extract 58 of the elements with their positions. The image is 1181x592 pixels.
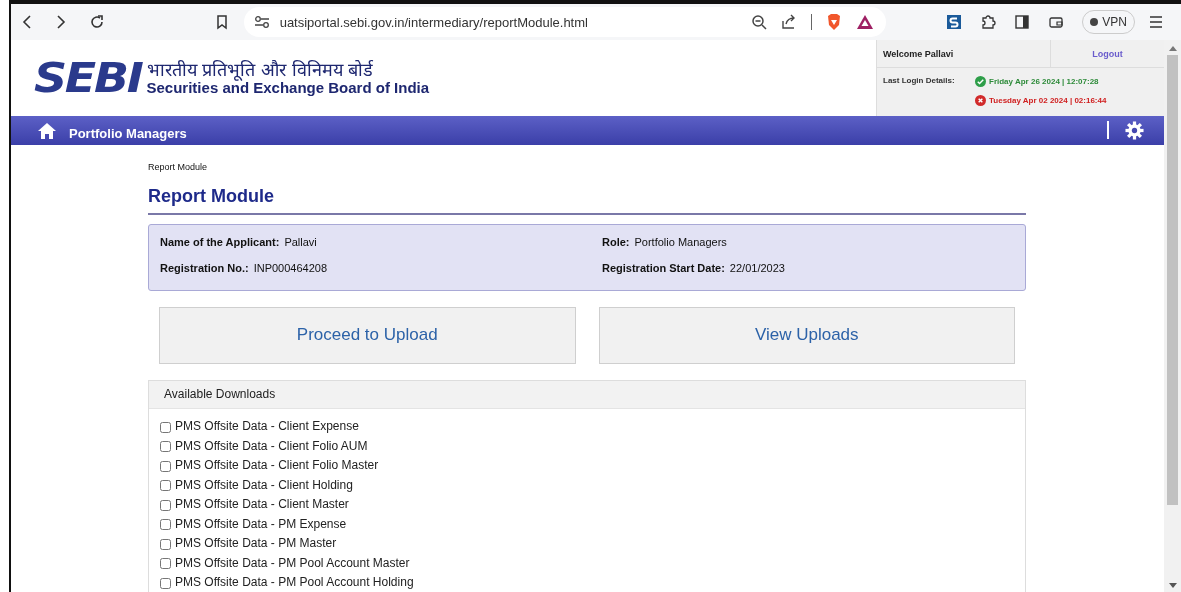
checkbox[interactable] <box>160 558 171 570</box>
checkbox[interactable] <box>160 441 171 453</box>
puzzle-icon[interactable] <box>980 14 997 30</box>
reload-icon[interactable] <box>89 14 105 30</box>
field-value: INP000464208 <box>253 261 328 274</box>
wallet-icon[interactable] <box>1048 14 1065 30</box>
breadcrumb: Report Module <box>148 161 208 172</box>
download-option[interactable]: PMS Offsite Data - PM Expense <box>175 516 347 531</box>
login-time: Friday Apr 26 2024 | 12:07:28 <box>989 77 1099 86</box>
field-label: Registration Start Date: <box>602 261 725 274</box>
download-option[interactable]: PMS Offsite Data - Client Master <box>175 497 349 512</box>
field-value: Pallavi <box>284 235 317 248</box>
url-text: uatsiportal.sebi.gov.in/intermediary/reportModule.html <box>279 14 588 30</box>
forward-icon[interactable] <box>55 14 67 30</box>
field-label: Name of the Applicant: <box>160 235 280 248</box>
zoom-out-icon[interactable] <box>751 14 768 30</box>
action-button[interactable]: View Uploads <box>598 306 1015 364</box>
download-option[interactable]: PMS Offsite Data - PM Pool Account Holding <box>175 575 414 590</box>
download-option[interactable]: PMS Offsite Data - PM Pool Account Master <box>175 555 410 570</box>
download-option[interactable]: PMS Offsite Data - Client Folio AUM <box>175 438 368 453</box>
triangle-icon[interactable] <box>856 14 875 30</box>
download-option[interactable]: PMS Offsite Data - PM Master <box>175 536 337 551</box>
welcome-text: Welcome Pallavi <box>877 40 1051 67</box>
vpn-button[interactable]: VPN <box>1082 10 1135 34</box>
checkbox[interactable] <box>160 499 171 511</box>
field-label: Role: <box>602 235 630 248</box>
address-bar[interactable]: uatsiportal.sebi.gov.in/intermediary/reportModule.html <box>243 7 887 37</box>
page-title: Report Module <box>148 185 1026 215</box>
logo: SEBI <box>34 55 142 102</box>
field-label: Registration No.: <box>160 261 249 274</box>
download-option[interactable]: PMS Offsite Data - Client Folio Master <box>175 458 379 473</box>
field-value: Portfolio Managers <box>634 235 727 248</box>
extension-s-icon[interactable] <box>946 14 963 30</box>
scroll-down-icon[interactable] <box>1168 583 1177 588</box>
field-value: 22/01/2023 <box>729 261 785 274</box>
panel-title: Available Downloads <box>164 387 276 401</box>
settings-icon[interactable] <box>1125 120 1144 140</box>
checkbox[interactable] <box>160 519 171 531</box>
home-icon[interactable] <box>37 121 57 139</box>
checkbox[interactable] <box>160 577 171 589</box>
logout-link[interactable]: Logout <box>1051 40 1164 67</box>
login-time: Tuesday Apr 02 2024 | 02:16:44 <box>989 96 1107 105</box>
action-button[interactable]: Proceed to Upload <box>159 306 576 364</box>
checkbox[interactable] <box>160 480 171 492</box>
checkbox[interactable] <box>160 538 171 550</box>
bookmark-icon[interactable] <box>215 14 228 30</box>
download-option[interactable]: PMS Offsite Data - Client Holding <box>175 477 353 492</box>
last-login-label: Last Login Details: <box>883 76 956 87</box>
back-icon[interactable] <box>21 14 33 30</box>
nav-title[interactable]: Portfolio Managers <box>69 125 187 141</box>
checkbox[interactable] <box>160 460 171 472</box>
menu-icon[interactable] <box>1149 16 1163 28</box>
download-option[interactable]: PMS Offsite Data - Client Expense <box>175 419 359 434</box>
site-settings-icon[interactable] <box>253 15 270 29</box>
scrollbar[interactable] <box>1164 40 1181 592</box>
checkbox[interactable] <box>160 421 171 433</box>
sidebar-icon[interactable] <box>1014 14 1031 30</box>
scroll-thumb[interactable] <box>1167 55 1178 505</box>
